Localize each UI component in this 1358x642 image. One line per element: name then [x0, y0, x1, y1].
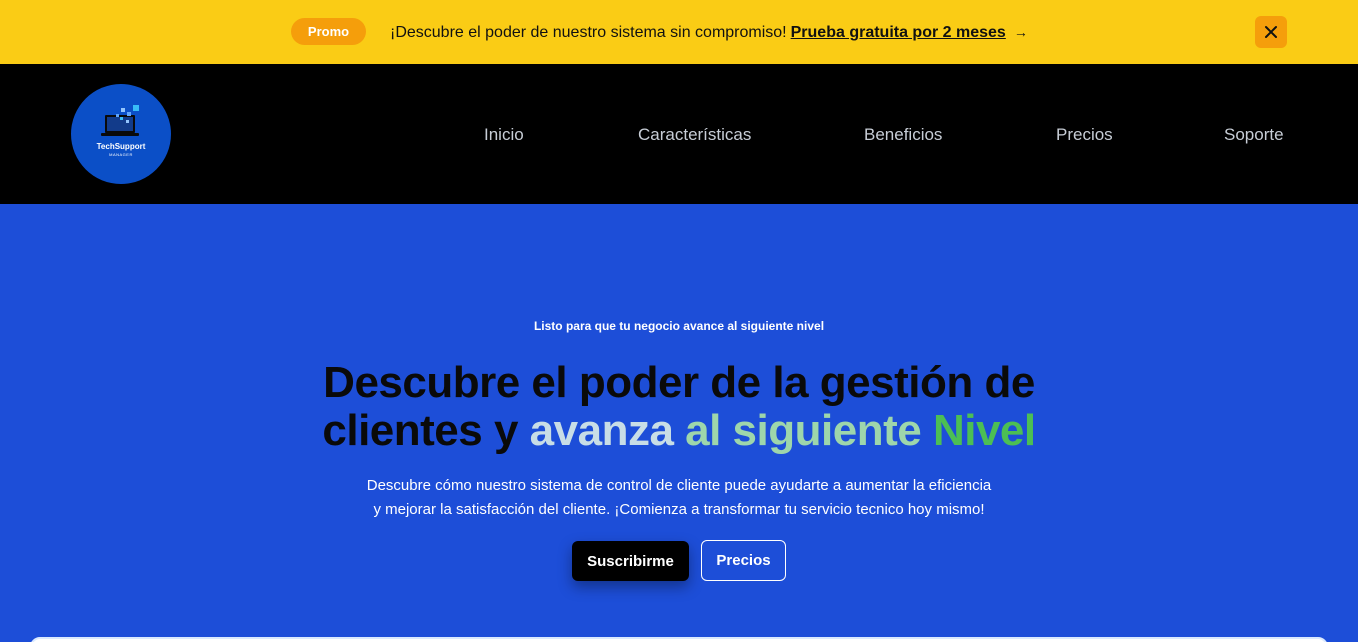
hero-headline: Descubre el poder de la gestión de clien…	[0, 359, 1358, 455]
hero-eyebrow: Listo para que tu negocio avance al sigu…	[533, 319, 825, 333]
headline-part-b: avanza	[529, 406, 686, 455]
logo-title: TechSupport	[96, 142, 146, 151]
nav-item-caracteristicas[interactable]: Características	[638, 125, 751, 145]
close-promo-button[interactable]	[1255, 16, 1287, 48]
hero-description: Descubre cómo nuestro sistema de control…	[0, 474, 1358, 522]
nav-item-precios[interactable]: Precios	[1056, 125, 1113, 145]
description-line-1: Descubre cómo nuestro sistema de control…	[366, 477, 992, 494]
prices-button[interactable]: Precios	[701, 540, 786, 581]
laptop-logo-icon	[101, 105, 139, 136]
promo-text: ¡Descubre el poder de nuestro sistema si…	[390, 22, 1028, 43]
headline-line-2: clientes y avanza al siguiente Nivel	[0, 407, 1358, 455]
nav-item-beneficios[interactable]: Beneficios	[864, 125, 942, 145]
subscribe-button[interactable]: Suscribirme	[572, 541, 689, 581]
headline-line-1: Descubre el poder de la gestión de	[323, 358, 1035, 407]
main-navbar: TechSupport MANAGER Inicio Característic…	[0, 64, 1358, 204]
free-trial-link[interactable]: Prueba gratuita por 2 meses	[791, 24, 1006, 41]
headline-part-d: Nivel	[932, 406, 1036, 455]
preview-card	[30, 637, 1328, 642]
logo[interactable]: TechSupport MANAGER	[71, 84, 171, 184]
description-line-2: y mejorar la satisfacción del cliente. ¡…	[373, 501, 985, 518]
close-icon	[1265, 26, 1277, 38]
nav-item-inicio[interactable]: Inicio	[484, 125, 524, 145]
hero-section: Listo para que tu negocio avance al sigu…	[0, 204, 1358, 642]
headline-part-c: al siguiente	[685, 406, 933, 455]
nav-item-soporte[interactable]: Soporte	[1224, 125, 1284, 145]
promo-banner: Promo ¡Descubre el poder de nuestro sist…	[0, 0, 1358, 64]
promo-badge: Promo	[291, 18, 366, 45]
logo-subtitle: MANAGER	[109, 152, 133, 157]
promo-message: ¡Descubre el poder de nuestro sistema si…	[390, 24, 787, 41]
arrow-right-icon: →	[1013, 24, 1028, 40]
headline-part-a: clientes y	[322, 406, 530, 455]
